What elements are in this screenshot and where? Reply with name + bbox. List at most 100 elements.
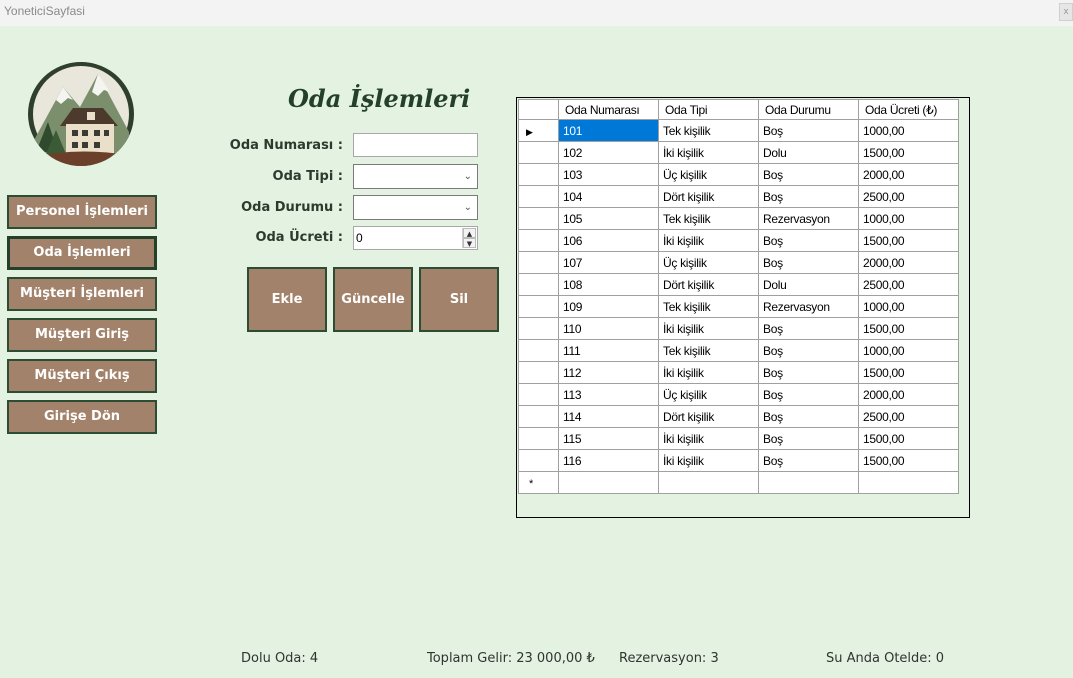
- table-cell[interactable]: 1500,00: [858, 361, 959, 384]
- row-header[interactable]: [518, 141, 559, 164]
- table-cell[interactable]: 102: [558, 141, 659, 164]
- table-cell[interactable]: Dört kişilik: [658, 273, 759, 296]
- table-cell[interactable]: 1000,00: [858, 339, 959, 362]
- table-cell[interactable]: Boş: [758, 427, 859, 450]
- table-cell[interactable]: 1000,00: [858, 295, 959, 318]
- table-cell[interactable]: 1500,00: [858, 229, 959, 252]
- spin-down-icon[interactable]: ▼: [463, 238, 476, 248]
- table-cell[interactable]: Boş: [758, 405, 859, 428]
- spinner[interactable]: ▲ ▼: [462, 228, 476, 248]
- table-cell[interactable]: Üç kişilik: [658, 383, 759, 406]
- table-cell[interactable]: İki kişilik: [658, 427, 759, 450]
- row-header[interactable]: ▶: [518, 119, 559, 142]
- column-header[interactable]: Oda Ücreti (₺): [858, 99, 959, 120]
- table-row[interactable]: 109 Tek kişilik Rezervasyon 1000,00: [518, 295, 959, 318]
- table-row[interactable]: ▶ 101 Tek kişilik Boş 1000,00: [518, 119, 959, 142]
- table-cell[interactable]: 103: [558, 163, 659, 186]
- row-header[interactable]: [518, 295, 559, 318]
- table-cell[interactable]: İki kişilik: [658, 141, 759, 164]
- table-row[interactable]: 108 Dört kişilik Dolu 2500,00: [518, 273, 959, 296]
- column-header[interactable]: Oda Numarası: [558, 99, 659, 120]
- table-cell[interactable]: 2500,00: [858, 405, 959, 428]
- table-cell[interactable]: Dört kişilik: [658, 405, 759, 428]
- table-row[interactable]: 104 Dört kişilik Boş 2500,00: [518, 185, 959, 208]
- table-cell[interactable]: 115: [558, 427, 659, 450]
- row-header[interactable]: [518, 317, 559, 340]
- table-cell[interactable]: 1500,00: [858, 317, 959, 340]
- table-cell[interactable]: Boş: [758, 229, 859, 252]
- table-cell[interactable]: Boş: [758, 119, 859, 142]
- table-cell[interactable]: [658, 471, 759, 494]
- row-header[interactable]: [518, 229, 559, 252]
- table-cell[interactable]: Boş: [758, 163, 859, 186]
- spin-up-icon[interactable]: ▲: [463, 228, 476, 238]
- table-cell[interactable]: 113: [558, 383, 659, 406]
- table-row[interactable]: 103 Üç kişilik Boş 2000,00: [518, 163, 959, 186]
- table-cell[interactable]: 108: [558, 273, 659, 296]
- table-cell[interactable]: 111: [558, 339, 659, 362]
- table-cell[interactable]: [858, 471, 959, 494]
- table-cell[interactable]: Tek kişilik: [658, 295, 759, 318]
- table-row[interactable]: 116 İki kişilik Boş 1500,00: [518, 449, 959, 472]
- chevron-down-icon[interactable]: ⌄: [464, 202, 472, 213]
- table-cell[interactable]: 1500,00: [858, 449, 959, 472]
- table-cell[interactable]: Rezervasyon: [758, 207, 859, 230]
- table-cell[interactable]: 2500,00: [858, 273, 959, 296]
- table-cell[interactable]: Tek kişilik: [658, 207, 759, 230]
- row-header[interactable]: [518, 383, 559, 406]
- rooms-table[interactable]: Oda Numarası Oda Tipi Oda Durumu Oda Ücr…: [516, 97, 970, 518]
- nav-checkin-button[interactable]: Müşteri Giriş: [7, 318, 157, 352]
- table-cell[interactable]: 101: [558, 119, 659, 142]
- table-cell[interactable]: 110: [558, 317, 659, 340]
- row-header[interactable]: [518, 361, 559, 384]
- table-cell[interactable]: 2000,00: [858, 383, 959, 406]
- table-cell[interactable]: Dört kişilik: [658, 185, 759, 208]
- table-cell[interactable]: Tek kişilik: [658, 339, 759, 362]
- table-cell[interactable]: Üç kişilik: [658, 163, 759, 186]
- column-header[interactable]: Oda Durumu: [758, 99, 859, 120]
- row-header[interactable]: [518, 339, 559, 362]
- nav-customers-button[interactable]: Müşteri İşlemleri: [7, 277, 157, 311]
- table-row[interactable]: 110 İki kişilik Boş 1500,00: [518, 317, 959, 340]
- nav-rooms-button[interactable]: Oda İşlemleri: [7, 236, 157, 270]
- row-header[interactable]: [518, 449, 559, 472]
- table-cell[interactable]: Boş: [758, 339, 859, 362]
- table-cell[interactable]: Boş: [758, 361, 859, 384]
- row-header[interactable]: [518, 185, 559, 208]
- table-cell[interactable]: Boş: [758, 317, 859, 340]
- table-cell[interactable]: İki kişilik: [658, 229, 759, 252]
- table-row[interactable]: 113 Üç kişilik Boş 2000,00: [518, 383, 959, 406]
- table-cell[interactable]: 105: [558, 207, 659, 230]
- nav-back-to-login-button[interactable]: Girişe Dön: [7, 400, 157, 434]
- table-cell[interactable]: 2000,00: [858, 163, 959, 186]
- table-cell[interactable]: 2500,00: [858, 185, 959, 208]
- new-row[interactable]: *: [518, 471, 959, 494]
- table-cell[interactable]: 1500,00: [858, 141, 959, 164]
- table-cell[interactable]: Boş: [758, 449, 859, 472]
- table-cell[interactable]: Boş: [758, 185, 859, 208]
- room-status-select[interactable]: ⌄: [353, 195, 478, 220]
- row-header[interactable]: [518, 427, 559, 450]
- table-cell[interactable]: Tek kişilik: [658, 119, 759, 142]
- table-cell[interactable]: Dolu: [758, 141, 859, 164]
- table-cell[interactable]: Dolu: [758, 273, 859, 296]
- table-cell[interactable]: İki kişilik: [658, 449, 759, 472]
- table-cell[interactable]: İki kişilik: [658, 317, 759, 340]
- row-header[interactable]: [518, 207, 559, 230]
- row-header[interactable]: *: [518, 471, 559, 494]
- table-cell[interactable]: Boş: [758, 251, 859, 274]
- table-row[interactable]: 105 Tek kişilik Rezervasyon 1000,00: [518, 207, 959, 230]
- table-row[interactable]: 111 Tek kişilik Boş 1000,00: [518, 339, 959, 362]
- table-cell[interactable]: 1000,00: [858, 119, 959, 142]
- table-row[interactable]: 115 İki kişilik Boş 1500,00: [518, 427, 959, 450]
- table-cell[interactable]: Üç kişilik: [658, 251, 759, 274]
- table-cell[interactable]: 114: [558, 405, 659, 428]
- table-cell[interactable]: 107: [558, 251, 659, 274]
- table-cell[interactable]: 1000,00: [858, 207, 959, 230]
- table-row[interactable]: 102 İki kişilik Dolu 1500,00: [518, 141, 959, 164]
- row-header[interactable]: [518, 163, 559, 186]
- chevron-down-icon[interactable]: ⌄: [464, 171, 472, 182]
- room-number-input[interactable]: [353, 133, 478, 157]
- table-row[interactable]: 106 İki kişilik Boş 1500,00: [518, 229, 959, 252]
- table-cell[interactable]: 109: [558, 295, 659, 318]
